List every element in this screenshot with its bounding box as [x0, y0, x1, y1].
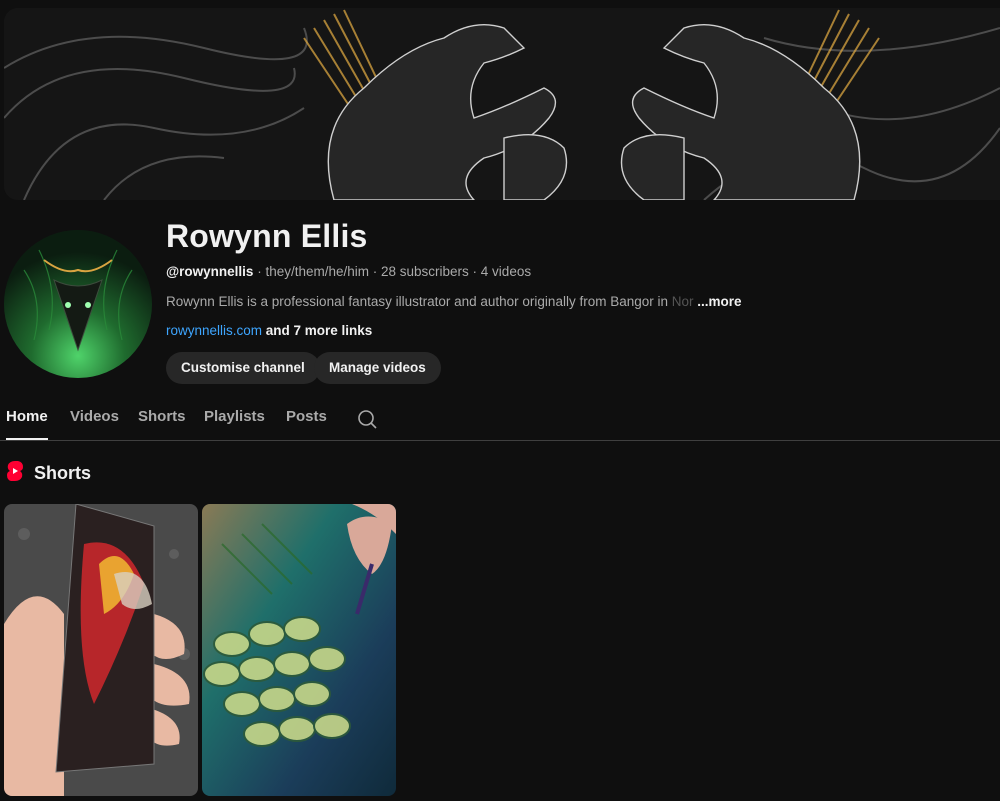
shorts-section-title: Shorts	[34, 462, 92, 483]
tab-shorts[interactable]: Shorts	[138, 408, 186, 440]
search-icon[interactable]	[356, 408, 378, 435]
channel-link[interactable]: rowynnellis.com	[166, 323, 262, 338]
channel-banner	[4, 8, 1000, 200]
meta-separator: ·	[253, 264, 266, 279]
description-more-button[interactable]: ...more	[697, 294, 741, 309]
shorts-section-header: Shorts	[6, 460, 91, 486]
tab-playlists[interactable]: Playlists	[204, 408, 265, 440]
manage-videos-button[interactable]: Manage videos	[314, 352, 441, 384]
channel-handle: @rowynnellis	[166, 264, 254, 279]
description-fade-text: Nor	[671, 294, 694, 309]
customise-channel-button[interactable]: Customise channel	[166, 352, 320, 384]
shorts-icon	[6, 460, 24, 487]
subscriber-count: 28 subscribers	[381, 264, 469, 279]
channel-meta: @rowynnellis · they/them/he/him · 28 sub…	[166, 264, 531, 279]
more-links-button[interactable]: and 7 more links	[262, 323, 373, 338]
channel-avatar[interactable]	[4, 230, 152, 378]
channel-pronouns: they/them/he/him	[265, 264, 369, 279]
channel-tabs: Home Videos Shorts Playlists Posts	[0, 400, 1000, 441]
short-thumbnail[interactable]	[4, 504, 198, 796]
channel-links: rowynnellis.com and 7 more links	[166, 323, 372, 338]
tab-posts[interactable]: Posts	[286, 408, 327, 440]
video-count: 4 videos	[480, 264, 532, 279]
meta-separator: ·	[468, 264, 481, 279]
tab-videos[interactable]: Videos	[70, 408, 119, 440]
description-text: Rowynn Ellis is a professional fantasy i…	[166, 294, 672, 309]
channel-description[interactable]: Rowynn Ellis is a professional fantasy i…	[166, 294, 742, 309]
channel-name: Rowynn Ellis	[166, 218, 368, 254]
short-thumbnail[interactable]	[202, 504, 396, 796]
meta-separator: ·	[369, 264, 381, 279]
tab-home[interactable]: Home	[6, 408, 48, 440]
